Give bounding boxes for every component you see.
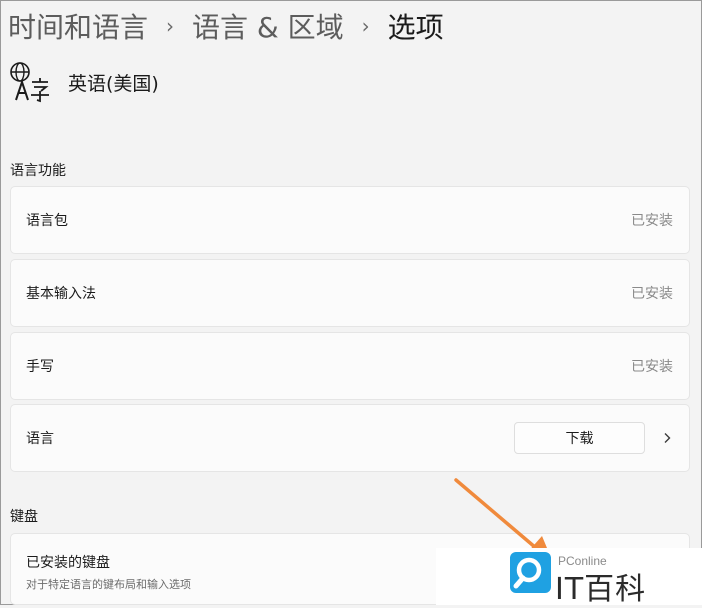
magnifier-logo-icon bbox=[510, 552, 551, 593]
watermark: PConline IT百科 bbox=[436, 548, 702, 607]
breadcrumb-time-language[interactable]: 时间和语言 bbox=[8, 6, 148, 46]
breadcrumb: 时间和语言 › 语言 & 区域 › 选项 bbox=[8, 6, 444, 46]
speech-row[interactable]: 语言 下载 bbox=[10, 404, 690, 472]
language-pack-row: 语言包 已安装 bbox=[10, 186, 690, 254]
language-pack-status: 已安装 bbox=[631, 213, 673, 229]
download-button[interactable]: 下载 bbox=[514, 422, 645, 454]
handwriting-status: 已安装 bbox=[631, 359, 673, 375]
basic-input-row: 基本输入法 已安装 bbox=[10, 259, 690, 327]
breadcrumb-language-region[interactable]: 语言 & 区域 bbox=[192, 6, 344, 46]
speech-label: 语言 bbox=[26, 431, 54, 447]
breadcrumb-separator: › bbox=[361, 14, 370, 38]
breadcrumb-separator: › bbox=[166, 14, 175, 38]
language-header: 英语(美国) bbox=[8, 60, 159, 104]
handwriting-label: 手写 bbox=[26, 359, 54, 375]
language-features-heading: 语言功能 bbox=[10, 163, 66, 179]
page-title: 选项 bbox=[387, 11, 444, 44]
language-glyph-icon bbox=[10, 62, 49, 103]
handwriting-row: 手写 已安装 bbox=[10, 332, 690, 400]
keyboard-heading: 键盘 bbox=[10, 509, 38, 525]
watermark-brand: IT百科 bbox=[555, 572, 647, 607]
language-name: 英语(美国) bbox=[68, 72, 159, 95]
chevron-right-icon[interactable] bbox=[661, 432, 673, 444]
language-pack-label: 语言包 bbox=[26, 213, 68, 229]
basic-input-label: 基本输入法 bbox=[26, 286, 96, 302]
basic-input-status: 已安装 bbox=[631, 286, 673, 302]
